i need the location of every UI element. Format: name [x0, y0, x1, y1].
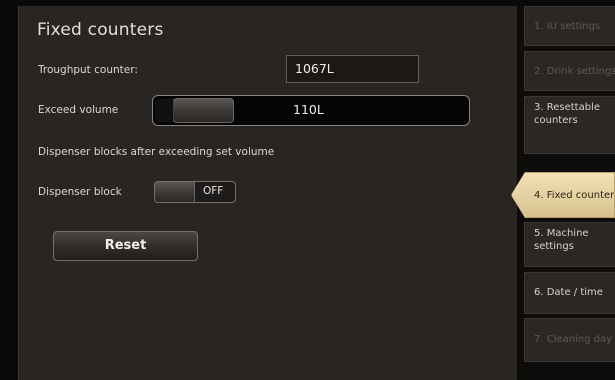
reset-button[interactable]: Reset — [53, 231, 198, 261]
exceed-volume-label: Exceed volume — [38, 104, 119, 116]
fixed-counters-panel: Fixed counters Troughput counter: 1067L … — [18, 6, 517, 380]
settings-sidebar: 1. IU settings 2. Drink settings 3. Rese… — [511, 6, 615, 380]
sidebar-item-fixed-counters[interactable]: 4. Fixed counters — [511, 172, 615, 218]
toggle-state-text: OFF — [203, 185, 224, 197]
page-title: Fixed counters — [37, 20, 164, 40]
sidebar-item-resettable-counters[interactable]: 3. Resettable counters — [524, 96, 615, 154]
exceed-volume-value: 110L — [293, 102, 324, 117]
sidebar-item-machine-settings[interactable]: 5. Machine settings — [524, 222, 615, 267]
dispenser-block-label: Dispenser block — [38, 186, 122, 198]
sidebar-item-cleaning-day: 7. Cleaning day — [524, 318, 615, 362]
dispenser-info-text: Dispenser blocks after exceeding set vol… — [38, 146, 275, 158]
sidebar-item-iu-settings: 1. IU settings — [524, 6, 615, 46]
exceed-volume-slider-thumb[interactable] — [155, 98, 234, 123]
toggle-knob[interactable] — [155, 182, 195, 202]
throughput-counter-label: Troughput counter: — [38, 64, 138, 76]
dispenser-block-toggle[interactable]: OFF — [154, 181, 236, 203]
throughput-counter-value: 1067L — [286, 55, 419, 83]
sidebar-item-drink-settings: 2. Drink settings — [524, 51, 615, 91]
exceed-volume-slider[interactable]: 110L — [152, 95, 470, 126]
sidebar-item-date-time[interactable]: 6. Date / time — [524, 272, 615, 314]
